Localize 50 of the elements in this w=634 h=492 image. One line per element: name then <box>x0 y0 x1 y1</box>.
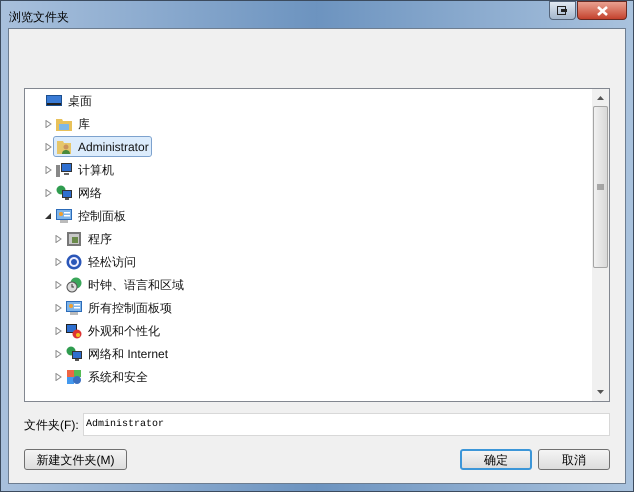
tree-item[interactable]: 计算机 <box>53 159 117 180</box>
tree-item[interactable]: 库 <box>53 113 93 134</box>
network-icon <box>56 184 72 200</box>
tree-item[interactable]: Administrator <box>53 136 152 157</box>
restore-icon <box>557 6 568 15</box>
tree-item[interactable]: 系统和安全 <box>63 366 151 387</box>
tree-item[interactable]: 程序 <box>63 228 115 249</box>
window-title: 浏览文件夹 <box>9 9 69 26</box>
expand-icon[interactable] <box>44 188 52 196</box>
clock-globe-icon <box>66 276 82 292</box>
tree-item[interactable]: 时钟、语言和区域 <box>63 274 187 295</box>
expand-icon[interactable] <box>54 304 62 312</box>
folder-label: 文件夹(F): <box>24 416 80 434</box>
expand-icon[interactable] <box>54 326 62 334</box>
tree-item[interactable]: 控制面板 <box>53 205 129 226</box>
close-icon <box>596 6 608 16</box>
control-panel-icon <box>56 208 72 224</box>
tree-item[interactable]: 网络和 Internet <box>63 343 172 364</box>
expand-icon[interactable] <box>54 372 62 380</box>
window-button[interactable] <box>549 1 576 20</box>
dialog-button[interactable]: 新建文件夹(M) <box>24 449 127 470</box>
tree-item[interactable]: 轻松访问 <box>63 251 139 272</box>
scrollbar[interactable] <box>592 89 609 401</box>
tree-item[interactable]: 外观和个性化 <box>63 320 163 341</box>
expand-icon[interactable] <box>44 120 52 128</box>
grip-icon <box>597 184 604 190</box>
shield-icon <box>66 368 82 384</box>
dialog-button[interactable]: 取消 <box>538 449 610 470</box>
expand-icon[interactable] <box>54 280 62 288</box>
user-folder-icon <box>56 138 72 154</box>
monitor-icon <box>46 92 62 108</box>
tree-item[interactable]: 所有控制面板项 <box>63 297 175 318</box>
tree-item[interactable]: 桌面 <box>43 90 95 111</box>
dialog-button[interactable]: 确定 <box>460 449 532 470</box>
monitor-palette-icon <box>66 322 82 338</box>
control-panel-icon <box>66 300 82 316</box>
computer-icon <box>56 162 72 178</box>
expand-icon[interactable] <box>54 350 62 358</box>
close-button[interactable] <box>577 1 627 20</box>
program-box-icon <box>66 230 82 246</box>
folder-input[interactable]: Administrator <box>83 413 610 436</box>
collapse-icon[interactable] <box>44 212 52 220</box>
expand-icon[interactable] <box>44 142 52 150</box>
accessibility-icon <box>66 254 82 270</box>
scroll-thumb[interactable] <box>593 106 608 268</box>
expand-icon[interactable] <box>44 166 52 174</box>
network-icon <box>66 346 82 362</box>
tree-item[interactable]: 网络 <box>53 182 105 203</box>
expand-icon[interactable] <box>54 258 62 266</box>
expand-icon[interactable] <box>54 234 62 242</box>
